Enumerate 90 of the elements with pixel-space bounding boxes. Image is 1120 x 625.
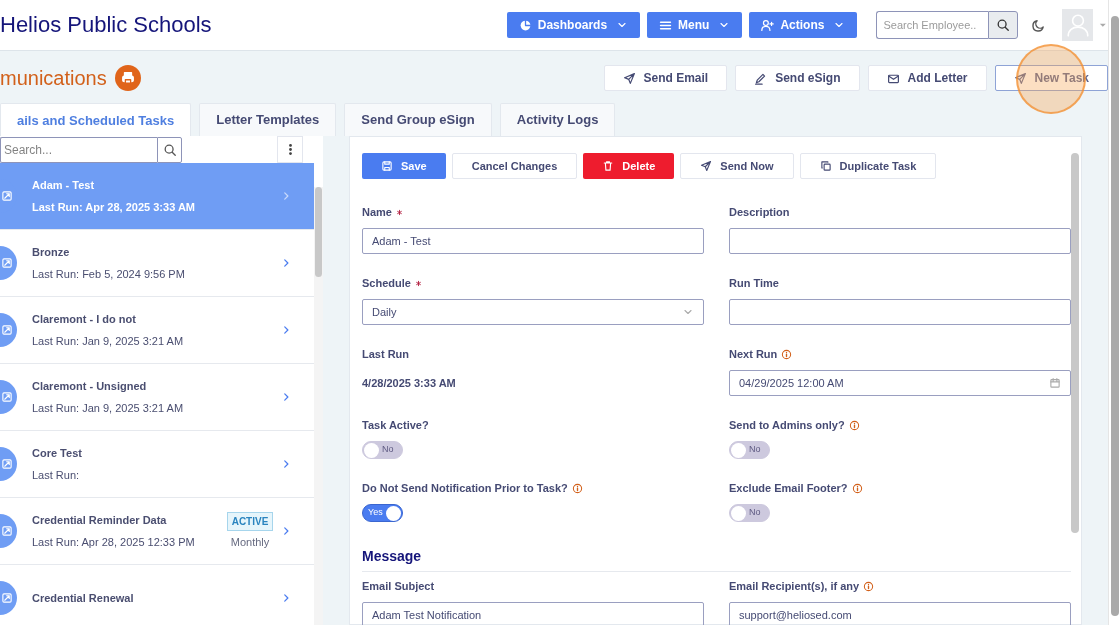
toggle-switch[interactable]: No [729, 504, 770, 522]
field-label: Run Time [729, 275, 779, 291]
employee-search-field[interactable]: Search Employee.. [876, 11, 989, 39]
search-icon [996, 18, 1011, 32]
menu-icon [659, 18, 673, 32]
pen-icon [754, 71, 768, 85]
toolbar-button[interactable]: Save [362, 153, 446, 179]
list-scrollbar[interactable] [314, 187, 323, 625]
moon-icon [1031, 17, 1047, 33]
text-field[interactable]: Adam - Test [362, 228, 704, 254]
task-last-run: Last Run: Jan 9, 2025 3:21 AM [32, 400, 185, 416]
task-last-run: Last Run: Feb 5, 2024 9:56 PM [32, 266, 186, 282]
user-silhouette-icon [1064, 12, 1091, 38]
dropdown[interactable]: Daily [362, 299, 704, 325]
task-last-run: Last Run: Jan 9, 2025 3:21 AM [32, 333, 185, 349]
field-label: Email Recipient(s), if any [729, 578, 860, 594]
search-button[interactable] [988, 11, 1019, 39]
action-button[interactable]: Add Letter [867, 65, 987, 91]
app-title: Helios Public Schools [0, 14, 213, 36]
task-name: Credential Renewal [32, 590, 135, 606]
tab[interactable]: ails and Scheduled Tasks [0, 103, 192, 137]
search-button[interactable] [157, 136, 182, 163]
section-heading: Message [362, 546, 1071, 572]
pie-chart-icon [518, 18, 532, 32]
date-field[interactable]: 04/29/2025 12:00 AM [729, 370, 1071, 396]
task-search-field[interactable]: Search... [0, 136, 157, 163]
copy-icon [819, 160, 832, 172]
floppy-disk-icon [381, 160, 393, 172]
toggle-switch[interactable]: No [362, 441, 403, 459]
nav-dropdown-button[interactable]: Dashboards [506, 12, 641, 38]
text-field[interactable] [729, 299, 1071, 325]
task-name: Bronze [32, 245, 71, 260]
action-button[interactable]: Send eSign [735, 65, 860, 91]
task-last-run: Last Run: [32, 467, 81, 483]
chevron-right-icon [281, 191, 291, 201]
print-button[interactable] [114, 65, 141, 91]
chevron-right-icon [281, 593, 291, 603]
printer-icon [120, 71, 135, 85]
more-options-button[interactable] [277, 136, 303, 163]
tab[interactable]: Letter Templates [199, 103, 337, 136]
task-name: Core Test [32, 446, 83, 461]
field-label: Do Not Send Notification Prior to Task? [362, 480, 568, 496]
task-last-run: Last Run: Apr 28, 2025 3:33 AM [32, 199, 196, 215]
toggle-switch[interactable]: Yes [362, 504, 403, 522]
text-field[interactable]: support@heliosed.com [729, 602, 1071, 625]
field-label: Name [362, 204, 392, 220]
field-label: Task Active? [362, 417, 429, 433]
theme-toggle-button[interactable] [1031, 17, 1047, 33]
toolbar-button[interactable]: Send Now [680, 153, 794, 179]
field-label: Description [729, 204, 790, 220]
task-frequency: Monthly [230, 534, 270, 550]
nav-dropdown-button[interactable]: Actions [749, 12, 858, 38]
task-name: Claremont - I do not [32, 312, 137, 327]
send-icon [700, 160, 713, 172]
task-last-run: Last Run: Apr 28, 2025 12:33 PM [32, 534, 196, 550]
field-label: Schedule [362, 275, 411, 291]
task-name: Adam - Test [32, 178, 96, 193]
toolbar-button[interactable]: Cancel Changes [451, 153, 578, 179]
send-icon [1013, 71, 1027, 85]
tab[interactable]: Send Group eSign [344, 103, 492, 136]
text-field[interactable] [729, 228, 1071, 254]
calendar-icon [1049, 377, 1061, 389]
field-value: 4/28/2025 3:33 AM [362, 375, 457, 391]
status-badge: ACTIVE [226, 511, 274, 531]
search-icon [162, 142, 177, 157]
toolbar-button[interactable]: Delete [583, 153, 675, 179]
action-button[interactable]: Send Email [603, 65, 728, 91]
panel-scrollbar[interactable] [1071, 153, 1079, 533]
toggle-switch[interactable]: No [729, 441, 770, 459]
chevron-right-icon [281, 258, 291, 268]
send-icon [622, 71, 636, 85]
chevron-right-icon [281, 526, 291, 536]
chevron-right-icon [281, 459, 291, 469]
page-title: munications [0, 68, 107, 88]
text-field[interactable]: Adam Test Notification [362, 602, 704, 625]
task-name: Claremont - Unsigned [32, 379, 148, 394]
user-plus-icon [761, 18, 775, 32]
toolbar-button[interactable]: Duplicate Task [799, 153, 937, 179]
trash-icon [602, 160, 615, 172]
field-label: Exclude Email Footer? [729, 480, 848, 496]
field-label: Next Run [729, 346, 778, 362]
chevron-right-icon [281, 325, 291, 335]
chevron-right-icon [281, 392, 291, 402]
field-label: Email Subject [362, 578, 435, 594]
task-name: Credential Reminder Data [32, 513, 168, 528]
nav-dropdown-button[interactable]: Menu [647, 12, 743, 38]
field-label: Last Run [362, 346, 410, 362]
tab[interactable]: Activity Logs [499, 103, 616, 136]
field-label: Send to Admins only? [729, 417, 845, 433]
page-scrollbar[interactable] [1108, 0, 1120, 625]
